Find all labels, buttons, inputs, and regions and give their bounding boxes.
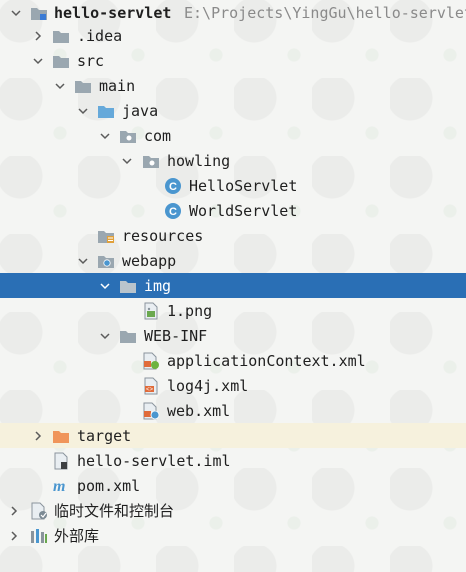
- package-com-label: com: [144, 126, 172, 145]
- tree-row-webinf[interactable]: WEB-INF: [0, 323, 466, 348]
- package-howling-label: howling: [167, 151, 231, 170]
- scratches-label: 临时文件和控制台: [54, 502, 175, 520]
- folder-icon: [52, 27, 70, 45]
- folder-src-label: src: [77, 51, 105, 70]
- class-helloservlet-label: HelloServlet: [189, 176, 298, 195]
- chevron-right-icon[interactable]: [32, 430, 44, 442]
- image-file-icon: [142, 302, 160, 320]
- file-webxml-label: web.xml: [167, 401, 231, 420]
- folder-idea-label: .idea: [77, 26, 123, 45]
- tree-row-src[interactable]: src: [0, 48, 466, 73]
- folder-target-label: target: [77, 426, 132, 445]
- tree-row-idea[interactable]: .idea: [0, 23, 466, 48]
- root-project-path: E:\Projects\YingGu\hello-servlet: [184, 3, 466, 22]
- folder-main-label: main: [99, 76, 136, 95]
- tree-row-helloservlet[interactable]: C HelloServlet: [0, 173, 466, 198]
- tree-row-target[interactable]: target: [0, 423, 466, 448]
- tree-row-com[interactable]: com: [0, 123, 466, 148]
- package-icon: [119, 127, 137, 145]
- web-folder-icon: [97, 252, 115, 270]
- folder-webinf-label: WEB-INF: [144, 326, 208, 345]
- excluded-folder-icon: [52, 427, 70, 445]
- tree-row-pom[interactable]: m pom.xml: [0, 473, 466, 498]
- tree-row-appcontext[interactable]: applicationContext.xml: [0, 348, 466, 373]
- file-png-label: 1.png: [167, 301, 213, 320]
- tree-row-log4j[interactable]: <> log4j.xml: [0, 373, 466, 398]
- file-iml-label: hello-servlet.iml: [77, 451, 231, 470]
- folder-img-label: img: [144, 276, 172, 295]
- tree-row-main[interactable]: main: [0, 73, 466, 98]
- folder-java-label: java: [122, 101, 159, 120]
- maven-icon: m: [52, 477, 70, 495]
- tree-row-webapp[interactable]: webapp: [0, 248, 466, 273]
- svg-text:C: C: [169, 206, 177, 218]
- chevron-down-icon[interactable]: [77, 255, 89, 267]
- chevron-down-icon[interactable]: [32, 55, 44, 67]
- chevron-right-icon[interactable]: [8, 505, 20, 517]
- chevron-down-icon[interactable]: [54, 80, 66, 92]
- chevron-down-icon[interactable]: [77, 105, 89, 117]
- library-icon: [30, 527, 48, 545]
- folder-icon: [119, 277, 137, 295]
- chevron-right-icon[interactable]: [32, 30, 44, 42]
- chevron-down-icon[interactable]: [99, 280, 111, 292]
- tree-row-png[interactable]: 1.png: [0, 298, 466, 323]
- external-libs-label: 外部库: [54, 527, 100, 545]
- file-appcontext-label: applicationContext.xml: [167, 351, 366, 370]
- file-log4j-label: log4j.xml: [167, 376, 249, 395]
- scratches-icon: [30, 502, 48, 520]
- tree-row-iml[interactable]: hello-servlet.iml: [0, 448, 466, 473]
- tree-row-java[interactable]: java: [0, 98, 466, 123]
- tree-row-img[interactable]: img: [0, 273, 466, 298]
- chevron-down-icon[interactable]: [121, 155, 133, 167]
- module-folder-icon: [30, 4, 48, 22]
- chevron-down-icon[interactable]: [10, 7, 22, 19]
- tree-row-resources[interactable]: resources: [0, 223, 466, 248]
- folder-icon: [119, 327, 137, 345]
- chevron-right-icon[interactable]: [8, 530, 20, 542]
- source-folder-icon: [97, 102, 115, 120]
- xml-file-icon: <>: [142, 377, 160, 395]
- svg-text:m: m: [53, 478, 65, 494]
- folder-webapp-label: webapp: [122, 251, 177, 270]
- folder-resources-label: resources: [122, 226, 204, 245]
- chevron-down-icon[interactable]: [99, 330, 111, 342]
- module-file-icon: [52, 452, 70, 470]
- tree-row-root[interactable]: hello-servlet E:\Projects\YingGu\hello-s…: [0, 0, 466, 25]
- file-pom-label: pom.xml: [77, 476, 141, 495]
- svg-text:<>: <>: [146, 387, 154, 393]
- folder-icon: [52, 52, 70, 70]
- chevron-down-icon[interactable]: [99, 130, 111, 142]
- java-class-icon: C: [164, 177, 182, 195]
- web-xml-file-icon: [142, 402, 160, 420]
- resources-folder-icon: [97, 227, 115, 245]
- tree-row-howling[interactable]: howling: [0, 148, 466, 173]
- root-project-name: hello-servlet: [54, 3, 172, 22]
- tree-row-webxml[interactable]: web.xml: [0, 398, 466, 423]
- class-worldservlet-label: WorldServlet: [189, 201, 298, 220]
- spring-xml-file-icon: [142, 352, 160, 370]
- svg-text:C: C: [169, 181, 177, 193]
- tree-row-external-libs[interactable]: 外部库: [0, 523, 466, 548]
- tree-row-worldservlet[interactable]: C WorldServlet: [0, 198, 466, 223]
- java-class-icon: C: [164, 202, 182, 220]
- folder-icon: [74, 77, 92, 95]
- tree-row-scratches[interactable]: 临时文件和控制台: [0, 498, 466, 523]
- package-icon: [142, 152, 160, 170]
